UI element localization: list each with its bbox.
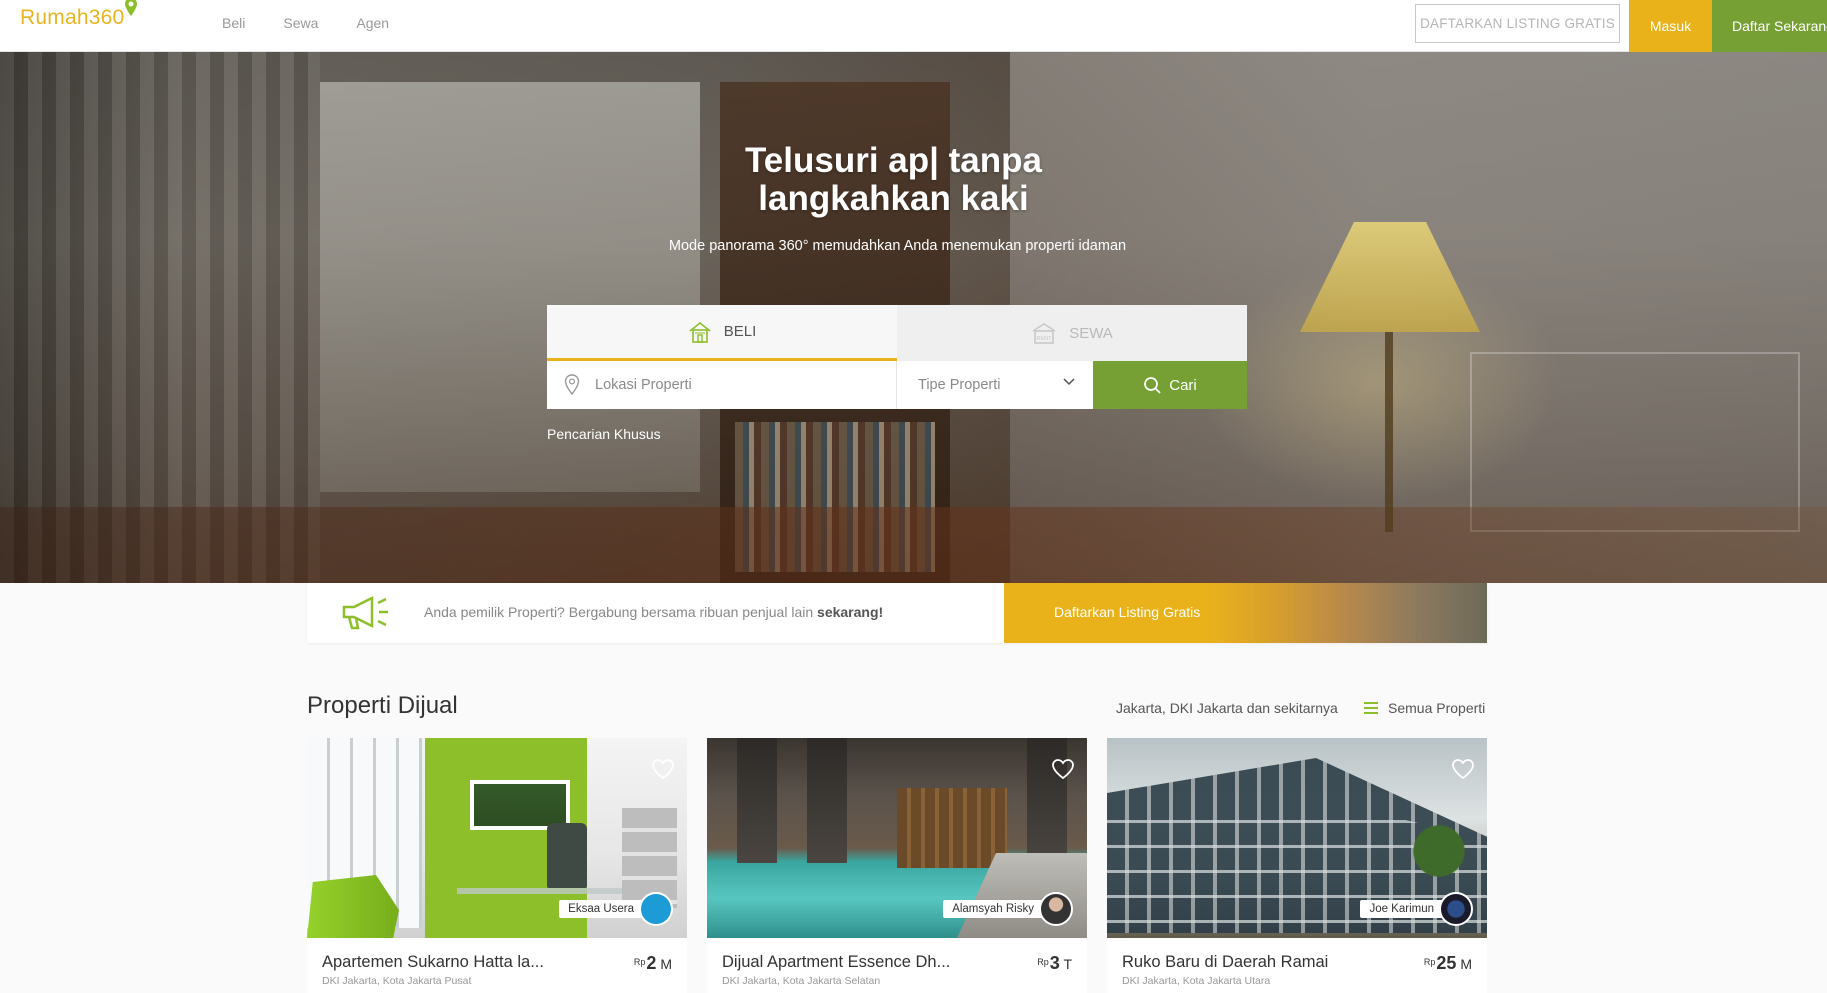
location-input[interactable] — [595, 377, 855, 393]
avatar — [639, 892, 673, 926]
hero-banner: Telusuri ap| tanpa langkahkan kaki Mode … — [0, 52, 1827, 583]
property-type-label: Tipe Properti — [918, 377, 1001, 393]
listing-title: Apartemen Sukarno Hatta la... — [322, 953, 544, 971]
house-icon — [689, 321, 711, 343]
listing-price: Rp3 T — [1037, 953, 1072, 973]
listing-location: DKI Jakarta, Kota Jakarta Selatan — [722, 975, 881, 987]
agent-name: Eksaa Usera — [559, 900, 643, 918]
listing-title: Ruko Baru di Daerah Ramai — [1122, 953, 1329, 971]
promo-text-main: Anda pemilik Properti? Bergabung bersama… — [424, 604, 814, 620]
listing-title: Dijual Apartment Essence Dh... — [722, 953, 951, 971]
listing-card[interactable]: Eksaa Usera Apartemen Sukarno Hatta la..… — [307, 738, 687, 993]
listing-card[interactable]: Joe Karimun Ruko Baru di Daerah Ramai Rp… — [1107, 738, 1487, 993]
search-icon — [1144, 377, 1161, 394]
list-icon — [1364, 702, 1378, 714]
list-free-button-label: Daftarkan Listing Gratis — [1054, 604, 1201, 620]
section-title: Properti Dijual — [307, 692, 458, 719]
property-type-select[interactable]: Tipe Properti — [898, 361, 1093, 409]
listing-card[interactable]: Alamsyah Risky Dijual Apartment Essence … — [707, 738, 1087, 993]
advanced-search-link[interactable]: Pencarian Khusus — [547, 426, 661, 442]
site-logo[interactable]: Rumah360 — [20, 0, 138, 30]
tab-beli[interactable]: BELI — [547, 305, 897, 361]
hero-title-line1: Telusuri ap| tanpa — [745, 141, 1042, 180]
promo-text-bold: sekarang! — [817, 604, 884, 620]
search-button-label: Cari — [1169, 376, 1197, 394]
avatar — [1439, 892, 1473, 926]
hero-title: Telusuri ap| tanpa langkahkan kaki — [0, 142, 1787, 218]
agent-badge[interactable]: Eksaa Usera — [559, 892, 673, 926]
listing-location: DKI Jakarta, Kota Jakarta Pusat — [322, 975, 472, 987]
map-pin-icon — [125, 0, 138, 16]
top-navbar: Rumah360 Beli Sewa Agen DAFTARKAN LISTIN… — [0, 0, 1827, 52]
agent-badge[interactable]: Joe Karimun — [1360, 892, 1473, 926]
chevron-down-icon — [1063, 378, 1075, 386]
tab-sewa[interactable]: RENT SEWA — [897, 305, 1247, 361]
hero-background-floor — [0, 507, 1827, 583]
agent-name: Alamsyah Risky — [943, 900, 1043, 918]
hero-title-line2: langkahkan kaki — [758, 179, 1029, 218]
all-properties-label: Semua Properti — [1388, 700, 1486, 716]
owner-promo-banner: Anda pemilik Properti? Bergabung bersama… — [307, 583, 1487, 643]
nav-agen[interactable]: Agen — [356, 15, 389, 31]
megaphone-icon — [342, 595, 388, 630]
list-property-button[interactable]: DAFTARKAN LISTING GRATIS — [1415, 4, 1620, 43]
avatar — [1039, 892, 1073, 926]
hero-subtitle: Mode panorama 360° memudahkan Anda menem… — [668, 238, 1127, 254]
tab-sewa-label: SEWA — [1069, 324, 1113, 342]
search-panel: BELI RENT SEWA Tipe Properti — [547, 305, 1247, 409]
list-free-button[interactable]: Daftarkan Listing Gratis — [1004, 583, 1487, 643]
location-field — [547, 361, 897, 409]
heart-icon[interactable] — [1051, 758, 1075, 780]
agent-badge[interactable]: Alamsyah Risky — [943, 892, 1073, 926]
tab-beli-label: BELI — [723, 323, 757, 340]
hero-background-panel — [1470, 352, 1800, 532]
section-location[interactable]: Jakarta, DKI Jakarta dan sekitarnya — [1116, 700, 1338, 716]
heart-icon[interactable] — [1451, 758, 1475, 780]
rent-house-icon: RENT — [1032, 323, 1056, 344]
nav-beli[interactable]: Beli — [222, 15, 245, 31]
hero-background-curtain — [0, 52, 320, 583]
heart-icon[interactable] — [651, 758, 675, 780]
main-nav: Beli Sewa Agen — [222, 15, 427, 31]
listing-location: DKI Jakarta, Kota Jakarta Utara — [1122, 975, 1271, 987]
agent-name: Joe Karimun — [1360, 900, 1443, 918]
all-properties-link[interactable]: Semua Properti — [1364, 700, 1485, 716]
search-row: Tipe Properti Cari — [547, 361, 1247, 409]
location-pin-icon — [564, 374, 580, 396]
nav-sewa[interactable]: Sewa — [283, 15, 318, 31]
promo-text: Anda pemilik Properti? Bergabung bersama… — [424, 604, 883, 620]
search-tabs: BELI RENT SEWA — [547, 305, 1247, 361]
listing-price: Rp25 M — [1423, 953, 1472, 973]
hero-background-lamp-pole — [1385, 332, 1393, 532]
logo-text: Rumah360 — [20, 6, 125, 29]
search-button[interactable]: Cari — [1093, 361, 1247, 409]
signup-button[interactable]: Daftar Sekarang — [1712, 0, 1827, 52]
rent-badge-text: RENT — [1037, 336, 1053, 342]
listing-price: Rp2 M — [633, 953, 672, 973]
login-button[interactable]: Masuk — [1629, 0, 1712, 52]
